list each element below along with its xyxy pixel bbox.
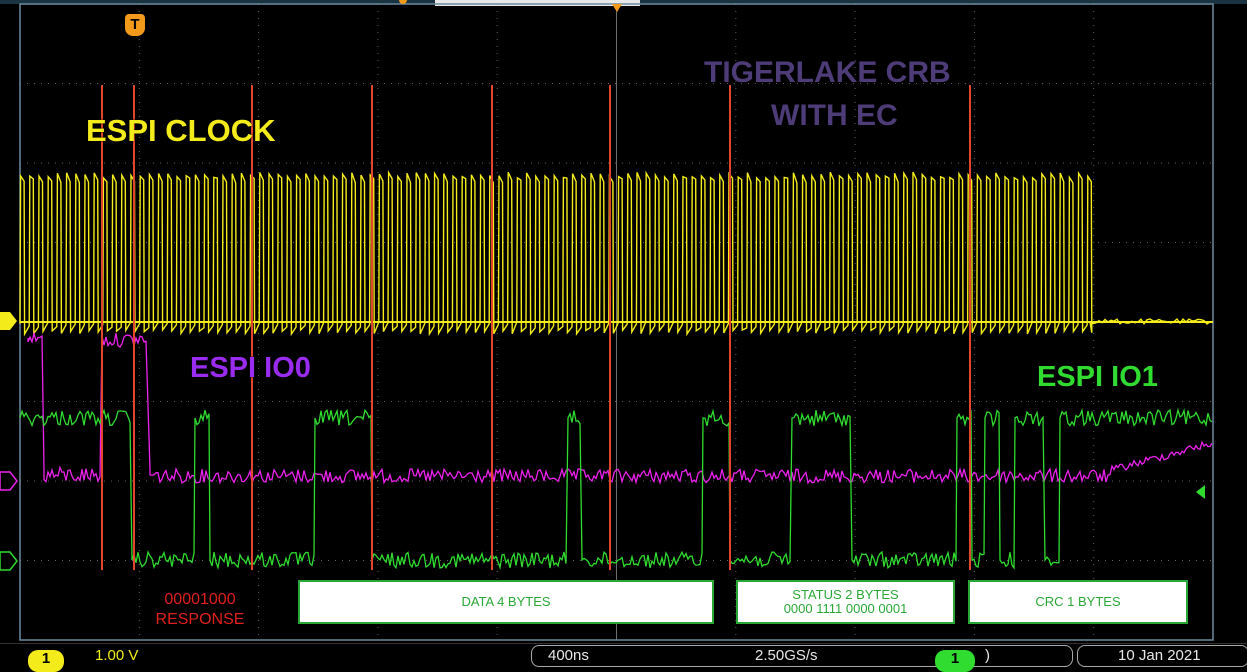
trigger-badge[interactable]: 1 (935, 650, 975, 672)
oscilloscope-display (0, 0, 1247, 661)
status-bytes-box: STATUS 2 BYTES 0000 1111 0000 0001 (736, 580, 955, 624)
data-bytes-label: DATA 4 BYTES (461, 594, 551, 609)
status-bytes-value: 0000 1111 0000 0001 (783, 601, 908, 616)
ch1-badge[interactable]: 1 (28, 650, 64, 672)
ch1-scale[interactable]: 1.00 V (95, 647, 138, 664)
board-title-line1: TIGERLAKE CRB (704, 56, 951, 89)
board-title-line2: WITH EC (771, 99, 898, 132)
response-annotation: 00001000 RESPONSE (140, 590, 260, 630)
response-bits: 00001000 (164, 591, 236, 608)
sample-rate: 2.50GS/s (755, 647, 818, 664)
top-scrollbar[interactable] (435, 0, 640, 6)
ch1-badge-label: 1 (41, 650, 51, 667)
io1-label: ESPI IO1 (1037, 361, 1158, 393)
timebase[interactable]: 400ns (548, 647, 589, 664)
date: 10 Jan 2021 (1118, 647, 1201, 664)
status-bytes-label: STATUS 2 BYTES (792, 587, 899, 602)
crc-bytes-box: CRC 1 BYTES (968, 580, 1188, 624)
clock-label: ESPI CLOCK (86, 113, 276, 148)
response-label: RESPONSE (155, 611, 245, 628)
io0-label: ESPI IO0 (190, 352, 311, 384)
crc-bytes-label: CRC 1 BYTES (1035, 594, 1121, 609)
trigger-marker-label: T (130, 16, 140, 33)
trigger-slope-icon: ) (985, 647, 990, 664)
trigger-badge-label: 1 (950, 650, 960, 667)
data-bytes-box: DATA 4 BYTES (298, 580, 714, 624)
trigger-position-icon[interactable]: T (125, 14, 145, 36)
